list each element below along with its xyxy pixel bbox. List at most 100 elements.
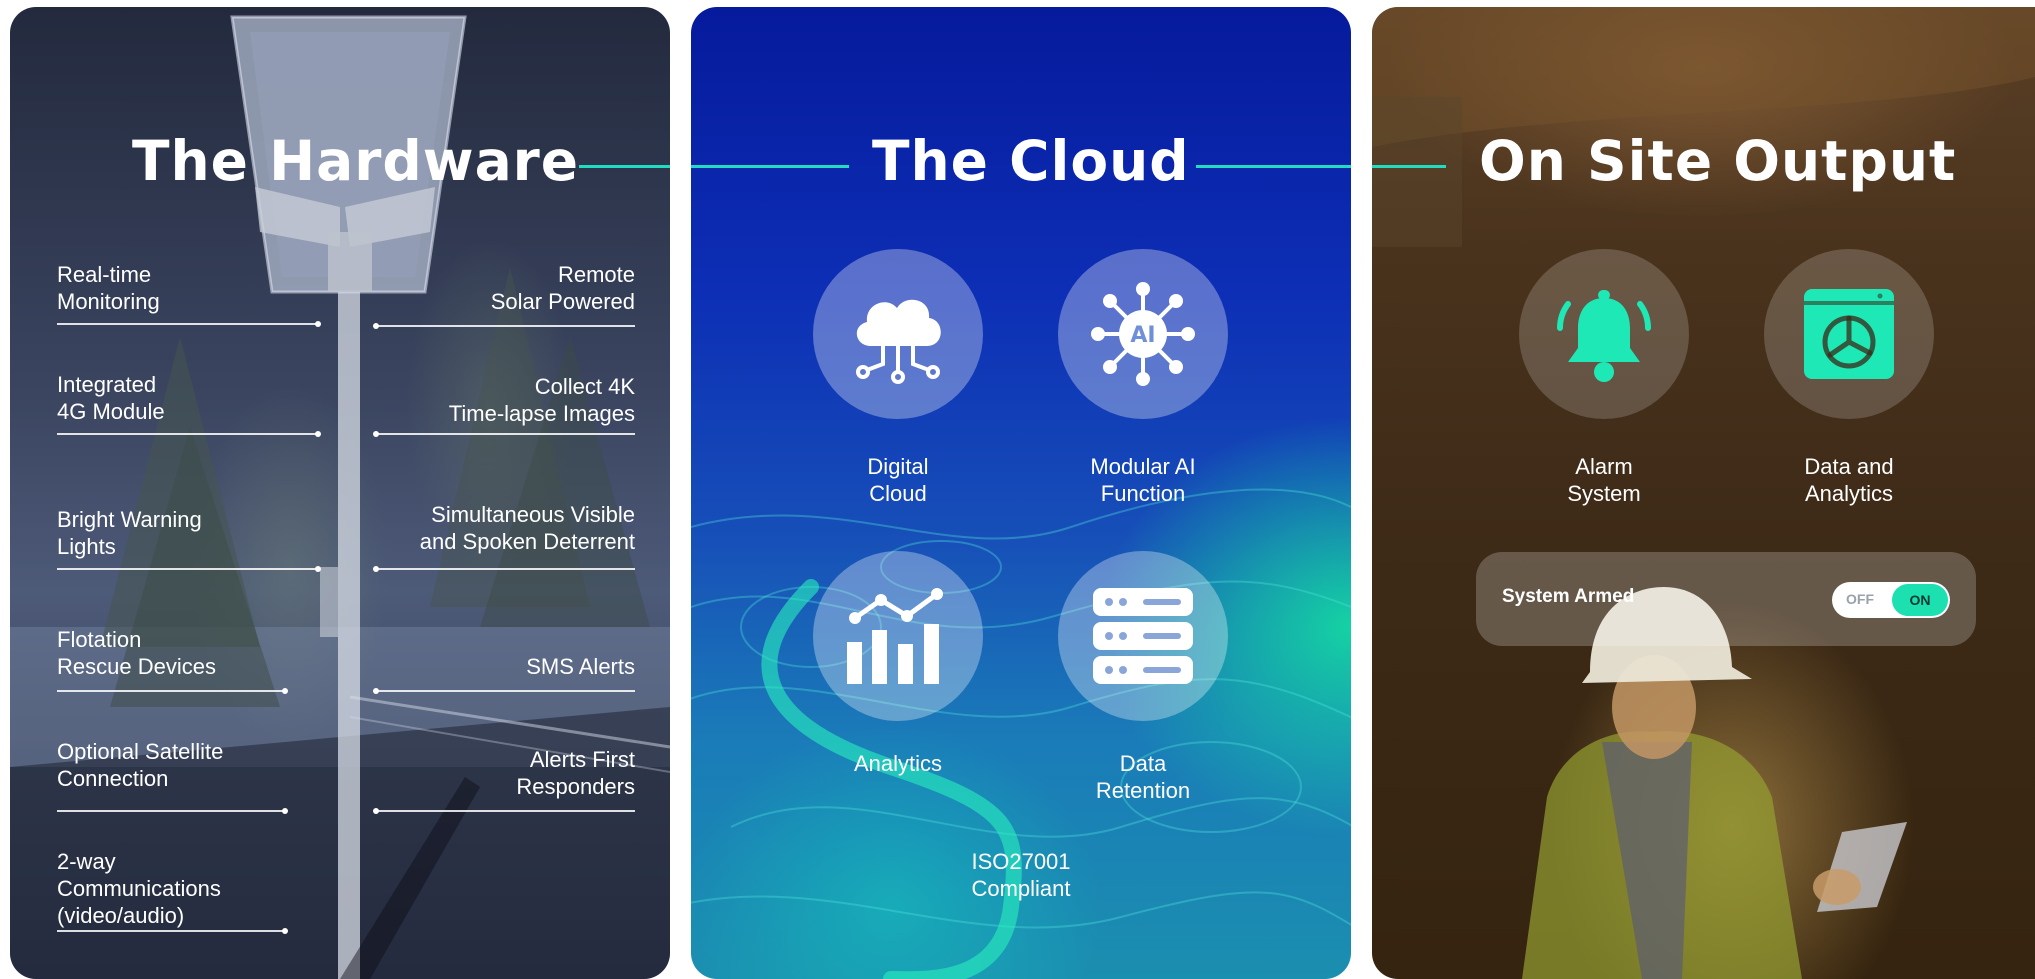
system-armed-label: System Armed [1502, 586, 1635, 607]
toggle-on-label: ON [1892, 584, 1948, 616]
label-line: Function [1100, 481, 1186, 506]
feature-2-way-communications: 2-way Communications (video/audio) [57, 848, 221, 929]
rule-dot [373, 808, 379, 814]
analytics-chart-icon [847, 588, 943, 684]
data-analytics-badge [1764, 249, 1934, 419]
rule-dot [282, 928, 288, 934]
data-retention-badge [1058, 551, 1228, 721]
feature-optional-satellite-connection: Optional Satellite Connection [57, 738, 223, 792]
feature-line: SMS Alerts [526, 654, 635, 679]
feature-line: Rescue Devices [57, 654, 216, 679]
label-line: Analytics [1804, 481, 1894, 506]
feature-bright-warning-lights: Bright Warning Lights [57, 506, 202, 560]
feature-line: Solar Powered [490, 289, 635, 314]
feature-line: Time-lapse Images [448, 401, 635, 426]
ai-chip-icon: AI [1091, 282, 1195, 386]
feature-line: (video/audio) [57, 903, 185, 928]
label-line: Alarm [1575, 454, 1633, 479]
feature-line: Monitoring [57, 289, 160, 314]
feature-line: Remote [557, 262, 635, 287]
feature-line: Simultaneous Visible [431, 502, 635, 527]
feature-underline [373, 808, 635, 814]
analytics-badge [813, 551, 983, 721]
label-line: Compliant [971, 876, 1071, 901]
feature-line: 2-way [57, 849, 116, 874]
rule-dot [282, 808, 288, 814]
toggle-off-label: OFF [1846, 591, 1874, 607]
feature-line: Flotation [57, 627, 142, 652]
feature-collect-4k-time-lapse-images: Collect 4K Time-lapse Images [449, 373, 635, 427]
label-line: Digital [867, 454, 929, 479]
label-line: Data [1119, 751, 1167, 776]
feature-alerts-first-responders: Alerts First Responders [516, 746, 635, 800]
title-connector-line [691, 165, 849, 168]
alarm-system-label: Alarm System [1494, 453, 1714, 507]
modular-ai-label: Modular AI Function [1033, 453, 1253, 507]
rule-dot [315, 321, 321, 327]
cloud-title: The Cloud [872, 129, 1190, 193]
label-line: Analytics [853, 751, 943, 776]
digital-cloud-badge [813, 249, 983, 419]
feature-line: Collect 4K [534, 374, 635, 399]
rule-dot [373, 323, 379, 329]
feature-line: Optional Satellite [57, 739, 224, 764]
feature-line: Real-time [57, 262, 152, 287]
feature-underline [373, 688, 635, 694]
feature-underline [57, 688, 288, 694]
feature-line: and Spoken Deterrent [419, 529, 635, 554]
label-line: Modular AI [1090, 454, 1196, 479]
title-connector-line [1196, 165, 1351, 168]
feature-line: Integrated [57, 372, 157, 397]
feature-underline [373, 323, 635, 329]
feature-underline [373, 566, 635, 572]
digital-cloud-label: Digital Cloud [788, 453, 1008, 507]
feature-remote-solar-powered: Remote Solar Powered [491, 261, 635, 315]
feature-line: Lights [57, 534, 116, 559]
iso-compliance-label: ISO27001 Compliant [911, 848, 1131, 902]
hardware-title: The Hardware [132, 129, 580, 193]
onsite-panel: On Site Output Alarm System Data and Ana… [1372, 7, 2035, 979]
alarm-bell-icon [1557, 290, 1651, 382]
server-storage-icon [1093, 588, 1193, 684]
feature-line: Bright Warning [57, 507, 202, 532]
onsite-title: On Site Output [1479, 129, 1957, 193]
label-line: Retention [1095, 778, 1191, 803]
feature-underline [57, 808, 288, 814]
label-line: ISO27001 [971, 849, 1071, 874]
feature-integrated-4g-module: Integrated 4G Module [57, 371, 165, 425]
cloud-network-icon [856, 299, 941, 384]
feature-underline [57, 928, 288, 934]
feature-line: Connection [57, 766, 169, 791]
analytics-label: Analytics [788, 750, 1008, 777]
alarm-system-badge [1519, 249, 1689, 419]
title-connector-line [1372, 165, 1446, 168]
feature-line: Communications [57, 876, 221, 901]
feature-line: Alerts First [529, 747, 635, 772]
feature-underline [57, 566, 321, 572]
ai-icon-text: AI [1130, 323, 1155, 348]
rule-dot [373, 688, 379, 694]
feature-underline [373, 431, 635, 437]
feature-underline [57, 321, 321, 327]
title-connector-line [579, 165, 670, 168]
data-analytics-label: Data and Analytics [1739, 453, 1959, 507]
feature-line: 4G Module [57, 399, 165, 424]
feature-simultaneous-deterrent: Simultaneous Visible and Spoken Deterren… [420, 501, 635, 555]
data-retention-label: Data Retention [1033, 750, 1253, 804]
feature-underline [57, 431, 321, 437]
cloud-panel: The Cloud Digital Cloud AI Modular AI Fu… [691, 7, 1351, 979]
rule-dot [282, 688, 288, 694]
rule-dot [373, 431, 379, 437]
feature-real-time-monitoring: Real-time Monitoring [57, 261, 160, 315]
feature-flotation-rescue-devices: Flotation Rescue Devices [57, 626, 216, 680]
label-line: Data and [1804, 454, 1894, 479]
feature-line: Responders [516, 774, 635, 799]
feature-sms-alerts: SMS Alerts [526, 653, 635, 680]
system-armed-toggle[interactable]: OFF ON [1832, 582, 1950, 618]
system-armed-card: System Armed OFF ON [1476, 552, 1976, 646]
dashboard-pie-icon [1804, 289, 1894, 379]
label-line: Cloud [869, 481, 927, 506]
rule-dot [315, 431, 321, 437]
rule-dot [315, 566, 321, 572]
rule-dot [373, 566, 379, 572]
